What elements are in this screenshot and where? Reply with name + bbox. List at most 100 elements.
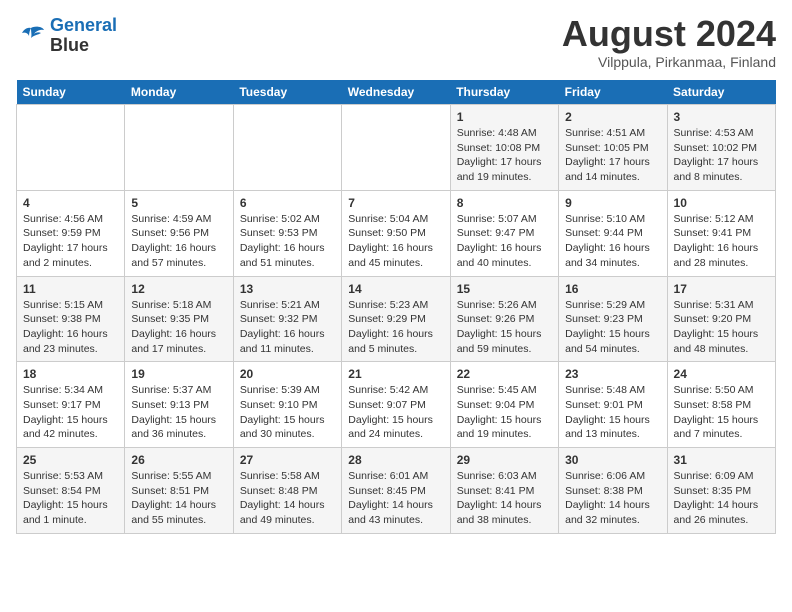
day-number: 14 <box>348 282 443 296</box>
day-info: Sunrise: 4:51 AM Sunset: 10:05 PM Daylig… <box>565 126 660 185</box>
day-info: Sunrise: 5:37 AM Sunset: 9:13 PM Dayligh… <box>131 383 226 442</box>
day-number: 2 <box>565 110 660 124</box>
day-cell: 7 Sunrise: 5:04 AM Sunset: 9:50 PM Daylig… <box>342 190 450 276</box>
day-cell: 28 Sunrise: 6:01 AM Sunset: 8:45 PM Dayli… <box>342 448 450 534</box>
page-header: GeneralBlue August 2024 Vilppula, Pirkan… <box>16 16 776 70</box>
day-cell <box>342 105 450 191</box>
calendar-title: August 2024 <box>562 16 776 52</box>
day-info: Sunrise: 5:50 AM Sunset: 8:58 PM Dayligh… <box>674 383 769 442</box>
day-info: Sunrise: 6:03 AM Sunset: 8:41 PM Dayligh… <box>457 469 552 528</box>
day-info: Sunrise: 6:09 AM Sunset: 8:35 PM Dayligh… <box>674 469 769 528</box>
day-number: 9 <box>565 196 660 210</box>
day-info: Sunrise: 5:12 AM Sunset: 9:41 PM Dayligh… <box>674 212 769 271</box>
day-cell: 20 Sunrise: 5:39 AM Sunset: 9:10 PM Dayli… <box>233 362 341 448</box>
day-info: Sunrise: 5:53 AM Sunset: 8:54 PM Dayligh… <box>23 469 118 528</box>
day-info: Sunrise: 5:29 AM Sunset: 9:23 PM Dayligh… <box>565 298 660 357</box>
day-number: 15 <box>457 282 552 296</box>
day-number: 24 <box>674 367 769 381</box>
weekday-header-tuesday: Tuesday <box>233 80 341 105</box>
day-cell: 6 Sunrise: 5:02 AM Sunset: 9:53 PM Daylig… <box>233 190 341 276</box>
day-cell: 4 Sunrise: 4:56 AM Sunset: 9:59 PM Daylig… <box>17 190 125 276</box>
day-number: 26 <box>131 453 226 467</box>
day-number: 29 <box>457 453 552 467</box>
day-cell: 23Sunrise: 5:48 AM Sunset: 9:01 PM Dayli… <box>559 362 667 448</box>
day-cell: 8 Sunrise: 5:07 AM Sunset: 9:47 PM Daylig… <box>450 190 558 276</box>
logo-bird-icon <box>16 24 46 48</box>
day-cell: 25 Sunrise: 5:53 AM Sunset: 8:54 PM Dayli… <box>17 448 125 534</box>
day-number: 28 <box>348 453 443 467</box>
day-info: Sunrise: 5:07 AM Sunset: 9:47 PM Dayligh… <box>457 212 552 271</box>
day-number: 16 <box>565 282 660 296</box>
day-cell: 3Sunrise: 4:53 AM Sunset: 10:02 PM Dayli… <box>667 105 775 191</box>
day-info: Sunrise: 5:21 AM Sunset: 9:32 PM Dayligh… <box>240 298 335 357</box>
calendar-table: SundayMondayTuesdayWednesdayThursdayFrid… <box>16 80 776 534</box>
day-info: Sunrise: 5:31 AM Sunset: 9:20 PM Dayligh… <box>674 298 769 357</box>
day-info: Sunrise: 5:02 AM Sunset: 9:53 PM Dayligh… <box>240 212 335 271</box>
day-cell: 13 Sunrise: 5:21 AM Sunset: 9:32 PM Dayli… <box>233 276 341 362</box>
logo: GeneralBlue <box>16 16 117 56</box>
day-info: Sunrise: 5:04 AM Sunset: 9:50 PM Dayligh… <box>348 212 443 271</box>
day-info: Sunrise: 5:39 AM Sunset: 9:10 PM Dayligh… <box>240 383 335 442</box>
day-number: 21 <box>348 367 443 381</box>
day-cell: 21 Sunrise: 5:42 AM Sunset: 9:07 PM Dayli… <box>342 362 450 448</box>
day-number: 10 <box>674 196 769 210</box>
weekday-header-saturday: Saturday <box>667 80 775 105</box>
day-cell: 16 Sunrise: 5:29 AM Sunset: 9:23 PM Dayli… <box>559 276 667 362</box>
day-number: 8 <box>457 196 552 210</box>
weekday-header-row: SundayMondayTuesdayWednesdayThursdayFrid… <box>17 80 776 105</box>
day-cell: 14 Sunrise: 5:23 AM Sunset: 9:29 PM Dayli… <box>342 276 450 362</box>
day-cell: 30 Sunrise: 6:06 AM Sunset: 8:38 PM Dayli… <box>559 448 667 534</box>
week-row-2: 4 Sunrise: 4:56 AM Sunset: 9:59 PM Daylig… <box>17 190 776 276</box>
day-info: Sunrise: 4:59 AM Sunset: 9:56 PM Dayligh… <box>131 212 226 271</box>
calendar-subtitle: Vilppula, Pirkanmaa, Finland <box>562 54 776 70</box>
day-number: 30 <box>565 453 660 467</box>
day-info: Sunrise: 6:01 AM Sunset: 8:45 PM Dayligh… <box>348 469 443 528</box>
day-info: Sunrise: 6:06 AM Sunset: 8:38 PM Dayligh… <box>565 469 660 528</box>
weekday-header-wednesday: Wednesday <box>342 80 450 105</box>
day-cell <box>233 105 341 191</box>
day-cell: 27Sunrise: 5:58 AM Sunset: 8:48 PM Dayli… <box>233 448 341 534</box>
day-info: Sunrise: 5:48 AM Sunset: 9:01 PM Dayligh… <box>565 383 660 442</box>
day-cell <box>125 105 233 191</box>
day-info: Sunrise: 5:10 AM Sunset: 9:44 PM Dayligh… <box>565 212 660 271</box>
day-cell: 1Sunrise: 4:48 AM Sunset: 10:08 PM Dayli… <box>450 105 558 191</box>
day-number: 4 <box>23 196 118 210</box>
weekday-header-monday: Monday <box>125 80 233 105</box>
day-cell: 18 Sunrise: 5:34 AM Sunset: 9:17 PM Dayli… <box>17 362 125 448</box>
day-number: 1 <box>457 110 552 124</box>
day-number: 25 <box>23 453 118 467</box>
day-cell: 26 Sunrise: 5:55 AM Sunset: 8:51 PM Dayli… <box>125 448 233 534</box>
day-number: 19 <box>131 367 226 381</box>
day-info: Sunrise: 5:18 AM Sunset: 9:35 PM Dayligh… <box>131 298 226 357</box>
day-number: 11 <box>23 282 118 296</box>
day-info: Sunrise: 5:42 AM Sunset: 9:07 PM Dayligh… <box>348 383 443 442</box>
day-number: 20 <box>240 367 335 381</box>
day-cell: 11 Sunrise: 5:15 AM Sunset: 9:38 PM Dayli… <box>17 276 125 362</box>
weekday-header-sunday: Sunday <box>17 80 125 105</box>
day-info: Sunrise: 5:55 AM Sunset: 8:51 PM Dayligh… <box>131 469 226 528</box>
day-cell: 22Sunrise: 5:45 AM Sunset: 9:04 PM Dayli… <box>450 362 558 448</box>
day-number: 17 <box>674 282 769 296</box>
day-cell: 17 Sunrise: 5:31 AM Sunset: 9:20 PM Dayli… <box>667 276 775 362</box>
day-cell: 31Sunrise: 6:09 AM Sunset: 8:35 PM Dayli… <box>667 448 775 534</box>
day-cell: 29 Sunrise: 6:03 AM Sunset: 8:41 PM Dayli… <box>450 448 558 534</box>
day-info: Sunrise: 5:15 AM Sunset: 9:38 PM Dayligh… <box>23 298 118 357</box>
day-info: Sunrise: 4:56 AM Sunset: 9:59 PM Dayligh… <box>23 212 118 271</box>
day-info: Sunrise: 5:34 AM Sunset: 9:17 PM Dayligh… <box>23 383 118 442</box>
day-cell: 10 Sunrise: 5:12 AM Sunset: 9:41 PM Dayli… <box>667 190 775 276</box>
weekday-header-thursday: Thursday <box>450 80 558 105</box>
day-info: Sunrise: 5:26 AM Sunset: 9:26 PM Dayligh… <box>457 298 552 357</box>
day-info: Sunrise: 4:53 AM Sunset: 10:02 PM Daylig… <box>674 126 769 185</box>
day-info: Sunrise: 5:23 AM Sunset: 9:29 PM Dayligh… <box>348 298 443 357</box>
week-row-1: 1Sunrise: 4:48 AM Sunset: 10:08 PM Dayli… <box>17 105 776 191</box>
title-block: August 2024 Vilppula, Pirkanmaa, Finland <box>562 16 776 70</box>
day-number: 13 <box>240 282 335 296</box>
week-row-4: 18 Sunrise: 5:34 AM Sunset: 9:17 PM Dayli… <box>17 362 776 448</box>
day-info: Sunrise: 5:58 AM Sunset: 8:48 PM Dayligh… <box>240 469 335 528</box>
day-info: Sunrise: 5:45 AM Sunset: 9:04 PM Dayligh… <box>457 383 552 442</box>
day-cell: 9 Sunrise: 5:10 AM Sunset: 9:44 PM Daylig… <box>559 190 667 276</box>
weekday-header-friday: Friday <box>559 80 667 105</box>
day-number: 7 <box>348 196 443 210</box>
day-number: 18 <box>23 367 118 381</box>
day-number: 6 <box>240 196 335 210</box>
